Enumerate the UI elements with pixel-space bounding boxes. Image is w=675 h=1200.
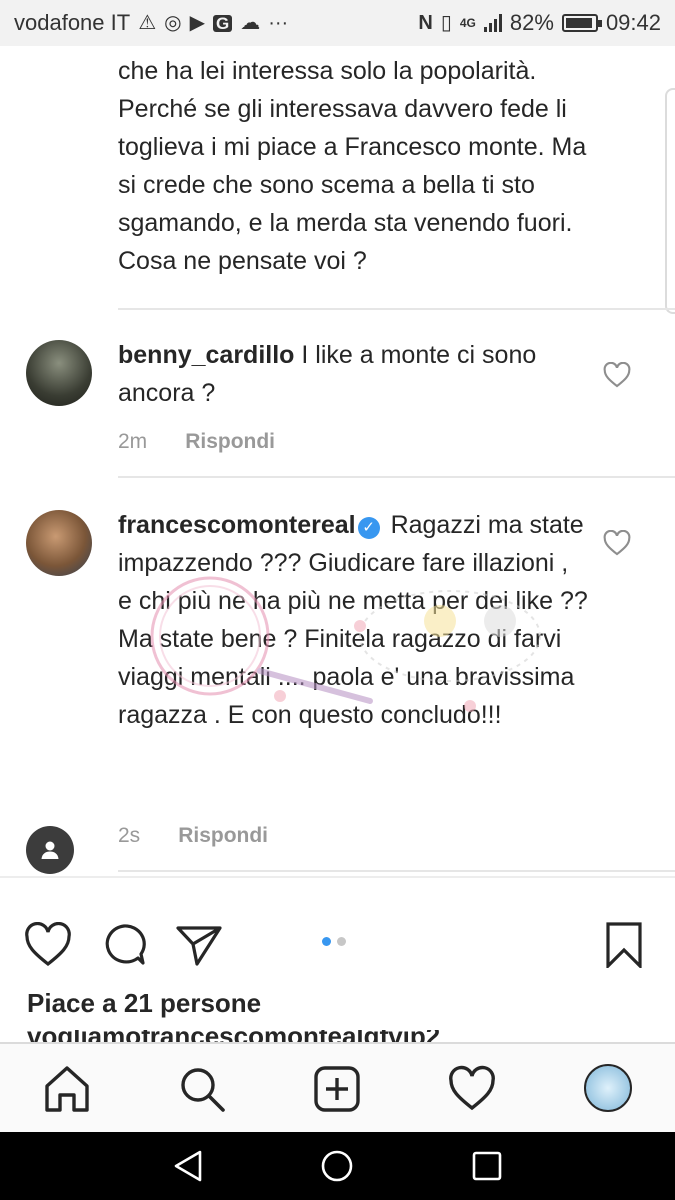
home-circle-icon[interactable]: [319, 1148, 355, 1184]
app-notification-icon: ▶: [189, 12, 205, 34]
bottom-navigation: [0, 1042, 675, 1132]
battery-icon: [561, 14, 602, 32]
comment-time: 2s: [118, 824, 141, 847]
divider: [0, 876, 675, 878]
comment-time: 2m: [118, 430, 148, 453]
comment-body: benny_cardillo I like a monte ci sono an…: [118, 336, 588, 412]
carrier-label: vodafone IT: [14, 10, 131, 35]
signal-icon: [483, 14, 502, 32]
network-label: 4G: [459, 16, 476, 30]
comments-list[interactable]: che ha lei interessa solo la popolarità.…: [0, 46, 675, 1042]
previous-comment-text: che ha lei interessa solo la popolarità.…: [118, 52, 648, 280]
comment-text: Ragazzi ma state impazzendo ??? Giudicar…: [118, 511, 588, 729]
likes-count[interactable]: Piace a 21 persone: [27, 988, 261, 1019]
scroll-indicator: [665, 88, 675, 314]
paper-plane-icon[interactable]: [175, 922, 223, 968]
back-triangle-icon[interactable]: [170, 1148, 206, 1184]
reply-button[interactable]: Rispondi: [178, 824, 268, 848]
comment-bubble-icon[interactable]: [100, 922, 148, 968]
previous-comment-line: toglieva i mi piace a Francesco monte. M…: [118, 133, 587, 161]
clock: 09:42: [605, 10, 661, 35]
avatar[interactable]: [26, 510, 92, 576]
heart-icon[interactable]: [603, 530, 631, 556]
previous-comment-line: si crede che sono scema a bella ti sto: [118, 171, 535, 199]
carousel-indicator: [322, 937, 346, 946]
home-icon[interactable]: [42, 1064, 92, 1114]
previous-comment-line: che ha lei interessa solo la popolarità.: [118, 57, 537, 85]
caption-text: vogliamofrancescomontealgfvip2: [27, 1030, 667, 1042]
warning-icon: ⚠: [138, 12, 157, 34]
search-icon[interactable]: [177, 1064, 227, 1114]
comment-username[interactable]: francescomontereal: [118, 511, 356, 539]
more-notifications-icon: ···: [268, 12, 289, 34]
comment-body: francescomontereal ✓ Ragazzi ma state imp…: [118, 506, 588, 734]
google-icon: G: [212, 14, 233, 32]
avatar[interactable]: [26, 340, 92, 406]
comment-meta: 2s Rispondi: [118, 824, 268, 848]
current-user-avatar: [26, 826, 74, 874]
battery-percent: 82%: [509, 10, 554, 35]
instagram-notification-icon: ◎: [164, 12, 182, 34]
person-icon: [41, 841, 59, 859]
heart-icon[interactable]: [24, 922, 72, 968]
heart-icon[interactable]: [447, 1064, 497, 1114]
plus-square-icon[interactable]: [312, 1064, 362, 1114]
recents-square-icon[interactable]: [469, 1148, 505, 1184]
comment-meta: 2m Rispondi: [118, 430, 275, 454]
nfc-icon: N: [418, 12, 433, 34]
previous-comment-line: Perché se gli interessava davvero fede l…: [118, 95, 567, 123]
verified-badge-icon: ✓: [357, 517, 380, 539]
avatar[interactable]: [584, 1064, 632, 1112]
previous-comment-line: sgamando, e la merda sta venendo fuori.: [118, 209, 573, 237]
previous-comment-line: Cosa ne pensate voi ?: [118, 247, 367, 275]
comment-username[interactable]: benny_cardillo: [118, 341, 294, 369]
divider: [118, 476, 675, 478]
vibrate-icon: ▯: [440, 12, 452, 34]
status-bar: vodafone IT ⚠ ◎ ▶ G ☁ ··· N ▯ 4G 82% 09:…: [0, 0, 675, 46]
cloud-icon: ☁: [240, 12, 261, 34]
divider: [118, 870, 675, 872]
heart-icon[interactable]: [603, 362, 631, 388]
reply-button[interactable]: Rispondi: [185, 430, 275, 454]
system-navigation-bar: [0, 1132, 675, 1200]
divider: [118, 308, 675, 310]
bookmark-icon[interactable]: [600, 922, 648, 968]
